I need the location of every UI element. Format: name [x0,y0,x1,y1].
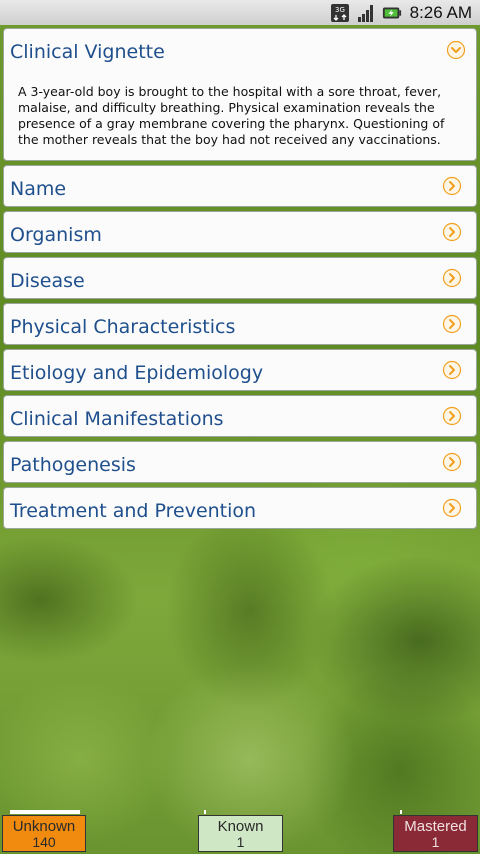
chevron-down-icon[interactable] [446,40,466,60]
section-physical-characteristics[interactable]: Physical Characteristics [3,303,477,345]
chevron-right-icon [442,406,462,426]
known-progress-indicator [204,810,206,814]
mastered-progress-indicator [400,810,402,814]
section-clinical-manifestations[interactable]: Clinical Manifestations [3,395,477,437]
unknown-label: Unknown [12,818,76,835]
chevron-right-icon [442,268,462,288]
network-3g-icon: 3G [330,3,350,23]
chevron-right-icon [442,360,462,380]
chevron-right-icon [442,498,462,518]
chevron-right-icon [442,452,462,472]
clinical-vignette-panel[interactable]: Clinical Vignette A 3-year-old boy is br… [3,28,477,161]
section-label: Disease [10,270,85,292]
section-label: Etiology and Epidemiology [10,362,264,384]
mastered-button[interactable]: Mastered 1 [393,815,478,852]
signal-strength-icon [356,3,376,23]
section-name[interactable]: Name [3,165,477,207]
unknown-progress-indicator [10,810,80,814]
chevron-right-icon [442,222,462,242]
unknown-count: 140 [32,834,56,850]
svg-text:3G: 3G [335,6,345,14]
section-label: Organism [10,224,102,246]
known-count: 1 [236,834,245,850]
section-pathogenesis[interactable]: Pathogenesis [3,441,477,483]
vignette-text: A 3-year-old boy is brought to the hospi… [18,84,445,147]
section-disease[interactable]: Disease [3,257,477,299]
chevron-right-icon [442,176,462,196]
unknown-button[interactable]: Unknown 140 [2,815,86,852]
section-etiology-epidemiology[interactable]: Etiology and Epidemiology [3,349,477,391]
section-label: Name [10,178,67,200]
status-bar: 3G 8:26 AM [0,0,480,25]
mastered-count: 1 [431,834,440,850]
known-label: Known [217,818,264,835]
known-button[interactable]: Known 1 [198,815,283,852]
section-treatment-prevention[interactable]: Treatment and Prevention [3,487,477,529]
status-time: 8:26 AM [409,2,472,22]
section-label: Clinical Manifestations [10,408,224,430]
chevron-right-icon [442,314,462,334]
mastered-label: Mastered [404,818,467,835]
section-label: Pathogenesis [10,454,136,476]
section-label: Physical Characteristics [10,316,236,338]
vignette-title: Clinical Vignette [10,41,165,63]
section-label: Treatment and Prevention [10,500,257,522]
battery-charging-icon [382,3,402,23]
section-organism[interactable]: Organism [3,211,477,253]
